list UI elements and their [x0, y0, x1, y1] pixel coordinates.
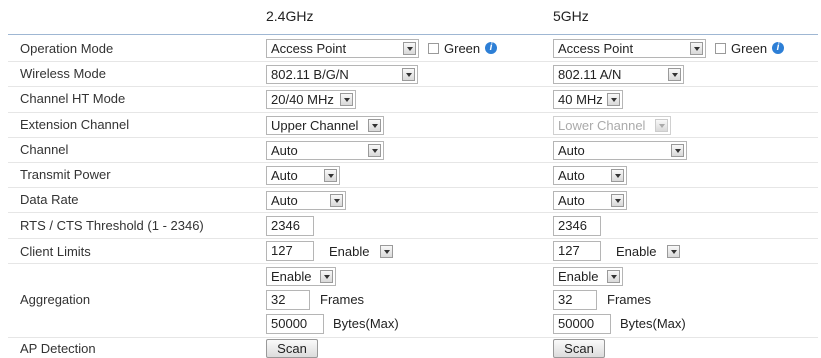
- chevron-down-icon: [668, 68, 681, 81]
- chevron-down-icon: [320, 270, 333, 283]
- chevron-down-icon: [402, 68, 415, 81]
- data-rate-select-2-4ghz[interactable]: Auto: [266, 191, 346, 210]
- ap-detection-row: AP Detection Scan Scan: [8, 338, 818, 358]
- client-limits-input-2-4ghz[interactable]: 127: [266, 241, 314, 261]
- rts-cts-row: RTS / CTS Threshold (1 - 2346) 2346 2346: [8, 213, 818, 239]
- chevron-down-icon: [380, 245, 393, 258]
- channel-select-2-4ghz[interactable]: Auto: [266, 141, 384, 160]
- aggregation-bytes-input-2-4ghz[interactable]: 50000: [266, 314, 324, 334]
- wireless-mode-row: Wireless Mode 802.11 B/G/N 802.11 A/N: [8, 62, 818, 87]
- extension-channel-row: Extension Channel Upper Channel Lower Ch…: [8, 113, 818, 138]
- data-rate-select-5ghz[interactable]: Auto: [553, 191, 627, 210]
- chevron-down-icon: [655, 119, 668, 132]
- chevron-down-icon: [607, 93, 620, 106]
- chevron-down-icon: [324, 169, 337, 182]
- info-icon-5ghz[interactable]: i: [772, 42, 784, 54]
- aggregation-frames-input-2-4ghz[interactable]: 32: [266, 290, 310, 310]
- chevron-down-icon: [667, 245, 680, 258]
- bytes-label-2-4ghz: Bytes(Max): [333, 316, 399, 331]
- chevron-down-icon: [611, 169, 624, 182]
- extension-channel-select-5ghz: Lower Channel: [553, 116, 671, 135]
- wireless-mode-select-5ghz[interactable]: 802.11 A/N: [553, 65, 684, 84]
- aggregation-bytes-input-5ghz[interactable]: 50000: [553, 314, 611, 334]
- data-rate-row: Data Rate Auto Auto: [8, 188, 818, 213]
- chevron-down-icon: [368, 144, 381, 157]
- frames-label-2-4ghz: Frames: [320, 292, 365, 307]
- aggregation-label: Aggregation: [20, 292, 91, 307]
- operation-mode-label: Operation Mode: [20, 41, 114, 56]
- transmit-power-label: Transmit Power: [20, 167, 111, 182]
- transmit-power-select-2-4ghz[interactable]: Auto: [266, 166, 340, 185]
- green-checkbox-5ghz[interactable]: [715, 43, 726, 54]
- operation-mode-row: Operation Mode Access Point Green i Acce…: [8, 37, 818, 62]
- column-header-2-4ghz: 2.4GHz: [266, 8, 314, 24]
- channel-row: Channel Auto Auto: [8, 138, 818, 163]
- extension-channel-label: Extension Channel: [20, 117, 130, 132]
- chevron-down-icon: [403, 42, 416, 55]
- frames-label-5ghz: Frames: [607, 292, 652, 307]
- channel-ht-mode-row: Channel HT Mode 20/40 MHz 40 MHz: [8, 87, 818, 113]
- operation-mode-select-5ghz[interactable]: Access Point: [553, 39, 706, 58]
- wireless-mode-label: Wireless Mode: [20, 66, 106, 81]
- channel-label: Channel: [20, 142, 69, 157]
- aggregation-enable-select-2-4ghz[interactable]: Enable: [266, 267, 336, 286]
- client-limits-row: Client Limits 127 Enable 127 Enable: [8, 239, 818, 264]
- chevron-down-icon: [671, 144, 684, 157]
- channel-ht-mode-select-2-4ghz[interactable]: 20/40 MHz: [266, 90, 356, 109]
- green-checkbox-2-4ghz[interactable]: [428, 43, 439, 54]
- aggregation-frames-input-5ghz[interactable]: 32: [553, 290, 597, 310]
- aggregation-row: Aggregation Enable 32 Frames 50000 Bytes…: [8, 264, 818, 338]
- green-label-2-4ghz: Green: [444, 41, 481, 56]
- rts-cts-input-5ghz[interactable]: 2346: [553, 216, 601, 236]
- chevron-down-icon: [368, 119, 381, 132]
- operation-mode-select-2-4ghz[interactable]: Access Point: [266, 39, 419, 58]
- transmit-power-row: Transmit Power Auto Auto: [8, 163, 818, 188]
- column-header-5ghz: 5GHz: [553, 8, 589, 24]
- chevron-down-icon: [690, 42, 703, 55]
- channel-ht-mode-label: Channel HT Mode: [20, 91, 126, 106]
- scan-button-5ghz[interactable]: Scan: [553, 339, 605, 358]
- extension-channel-select-2-4ghz[interactable]: Upper Channel: [266, 116, 384, 135]
- ap-detection-label: AP Detection: [20, 341, 96, 356]
- green-label-5ghz: Green: [731, 41, 768, 56]
- chevron-down-icon: [340, 93, 353, 106]
- data-rate-label: Data Rate: [20, 192, 79, 207]
- scan-button-2-4ghz[interactable]: Scan: [266, 339, 318, 358]
- chevron-down-icon: [611, 194, 624, 207]
- aggregation-enable-select-5ghz[interactable]: Enable: [553, 267, 623, 286]
- chevron-down-icon: [330, 194, 343, 207]
- info-icon-2-4ghz[interactable]: i: [485, 42, 497, 54]
- bytes-label-5ghz: Bytes(Max): [620, 316, 686, 331]
- rts-cts-label: RTS / CTS Threshold (1 - 2346): [20, 218, 204, 233]
- client-limits-enable-select-5ghz[interactable]: Enable: [611, 242, 683, 261]
- header-divider: [8, 34, 818, 35]
- channel-ht-mode-select-5ghz[interactable]: 40 MHz: [553, 90, 623, 109]
- channel-select-5ghz[interactable]: Auto: [553, 141, 687, 160]
- rts-cts-input-2-4ghz[interactable]: 2346: [266, 216, 314, 236]
- chevron-down-icon: [607, 270, 620, 283]
- transmit-power-select-5ghz[interactable]: Auto: [553, 166, 627, 185]
- wireless-mode-select-2-4ghz[interactable]: 802.11 B/G/N: [266, 65, 418, 84]
- client-limits-input-5ghz[interactable]: 127: [553, 241, 601, 261]
- client-limits-label: Client Limits: [20, 244, 91, 259]
- client-limits-enable-select-2-4ghz[interactable]: Enable: [324, 242, 396, 261]
